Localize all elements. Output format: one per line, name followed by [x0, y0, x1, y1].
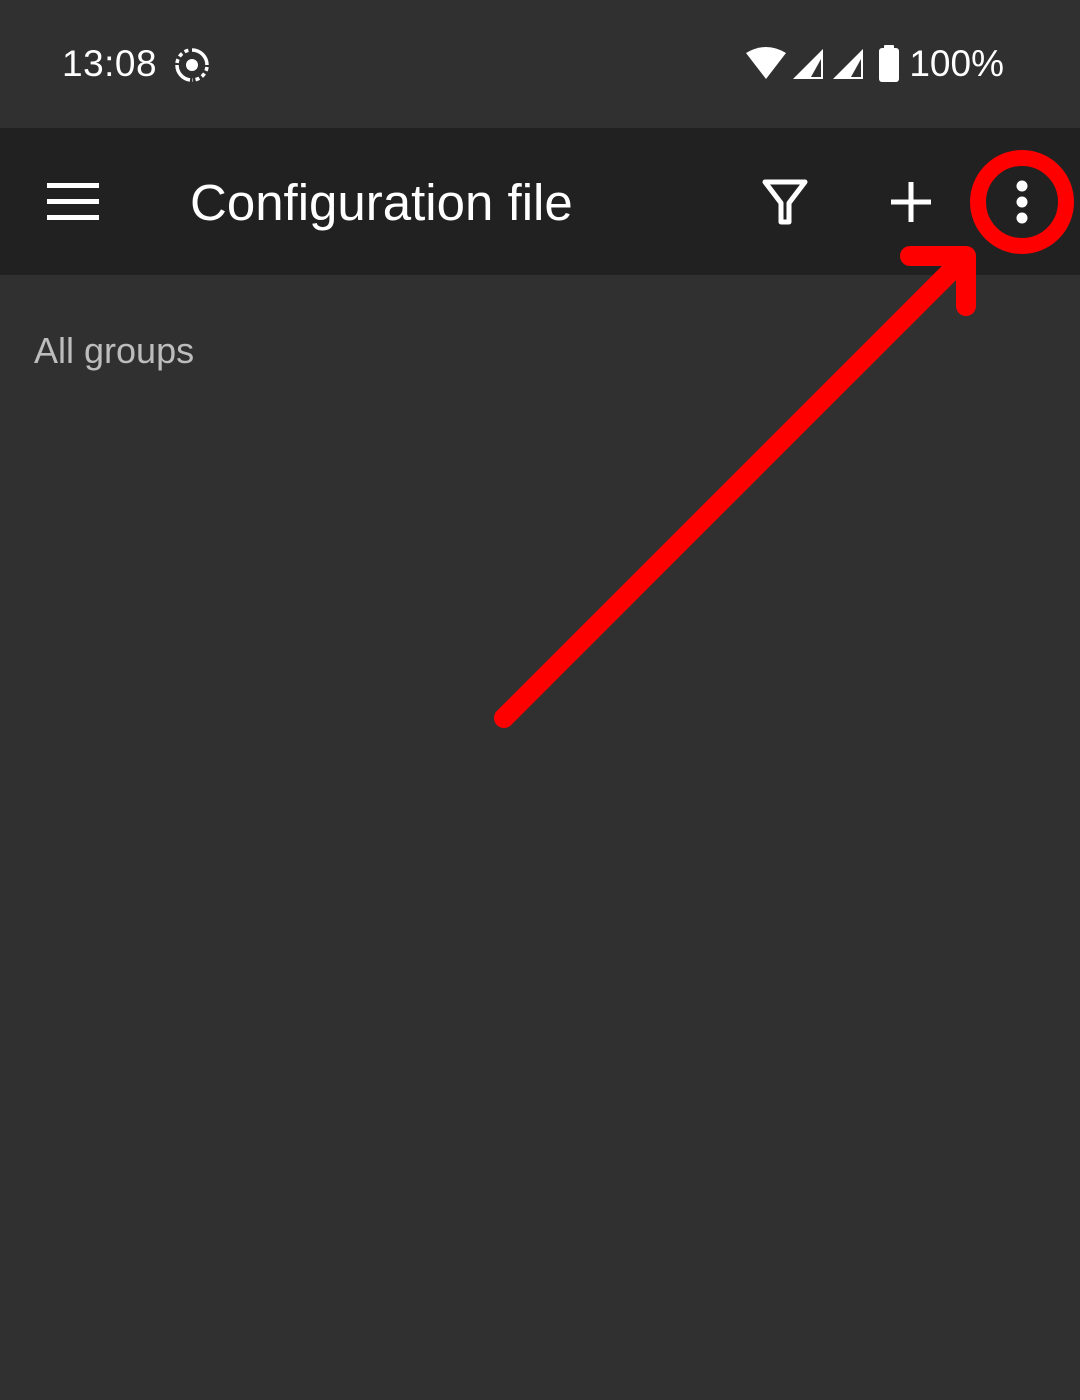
battery-percent: 100% — [909, 43, 1004, 84]
screen-record-icon — [175, 48, 209, 82]
page-title: Configuration file — [190, 174, 573, 231]
status-time: 13:08 — [62, 43, 158, 84]
hamburger-menu-icon — [47, 183, 99, 220]
more-vert-icon — [1016, 180, 1028, 224]
screen: 13:08 100% Configuration file All groups — [0, 0, 1080, 1400]
battery-full-icon — [879, 45, 900, 82]
more-options-button[interactable] — [980, 162, 1064, 242]
cell-signal-icon — [833, 49, 864, 79]
plus-icon — [891, 182, 931, 222]
content-area: All groups — [0, 275, 1080, 1400]
wifi-icon — [746, 47, 787, 79]
app-bar: Configuration file — [0, 128, 1080, 275]
add-button[interactable] — [868, 162, 954, 242]
status-bar: 13:08 100% — [0, 0, 1080, 128]
filter-icon — [762, 179, 808, 225]
cell-signal-icon — [793, 49, 824, 79]
section-label-all-groups: All groups — [34, 330, 195, 371]
status-icons: 100% — [745, 42, 1004, 86]
filter-button[interactable] — [742, 162, 828, 242]
menu-button[interactable] — [30, 164, 116, 240]
